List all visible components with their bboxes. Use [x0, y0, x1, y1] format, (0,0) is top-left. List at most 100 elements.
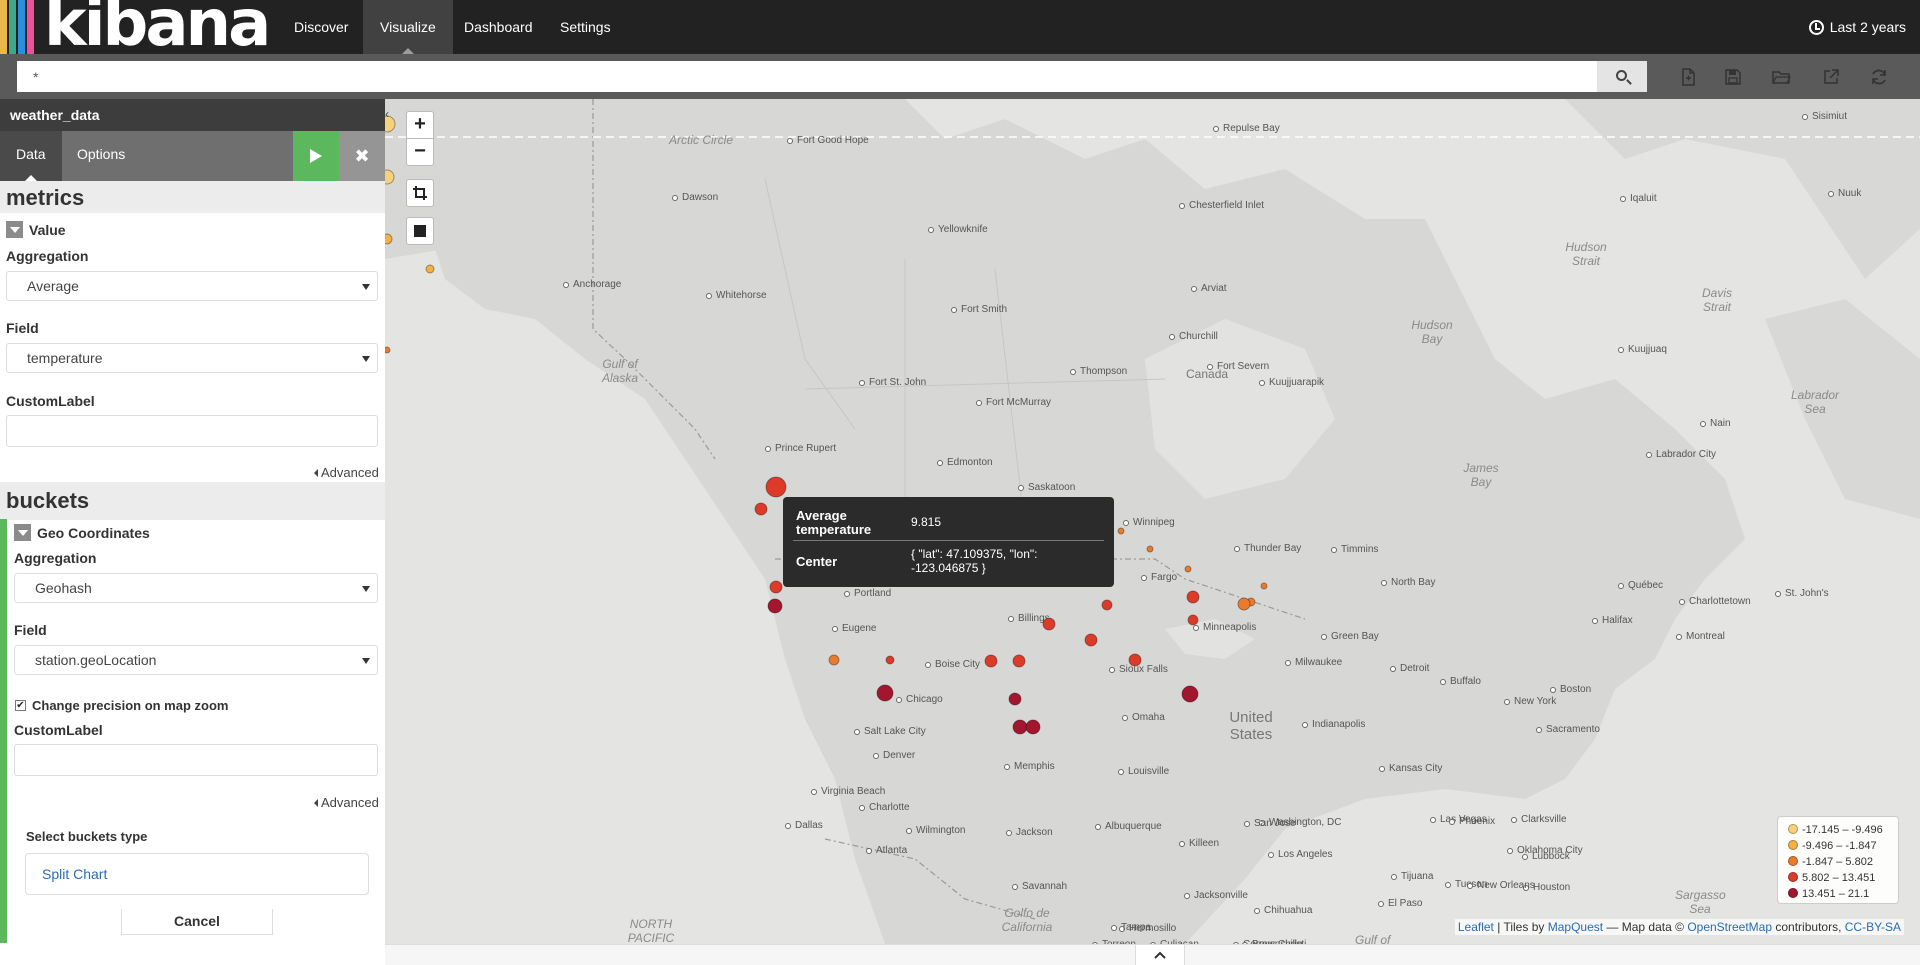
geohash-marker[interactable]: [876, 684, 894, 702]
metric-advanced-label: Advanced: [321, 465, 379, 480]
apply-changes-button[interactable]: [293, 131, 339, 181]
share-icon[interactable]: [1821, 67, 1841, 87]
geohash-marker[interactable]: [1186, 590, 1200, 604]
geohash-marker[interactable]: [984, 654, 998, 668]
legend-swatch: [1788, 824, 1798, 834]
bucket-custom-label-input[interactable]: [14, 744, 378, 776]
geohash-marker[interactable]: [1008, 692, 1022, 706]
geohash-marker[interactable]: [765, 476, 787, 498]
kibana-logo[interactable]: kibana: [0, 0, 275, 60]
tab-data[interactable]: Data: [0, 131, 62, 181]
nav-tab-visualize[interactable]: Visualize: [363, 0, 453, 54]
fit-bounds-button[interactable]: [406, 179, 434, 207]
precision-checkbox[interactable]: ✔: [15, 700, 26, 711]
metric-aggregation-label: Aggregation: [6, 248, 89, 264]
open-icon[interactable]: [1771, 67, 1791, 87]
geohash-marker[interactable]: [1042, 617, 1056, 631]
legend-range: -17.145 – -9.496: [1802, 824, 1883, 836]
legend-range: 13.451 – 21.1: [1802, 888, 1870, 900]
metric-custom-label-input[interactable]: [6, 415, 378, 447]
attribution-text: | Tiles by: [1497, 920, 1545, 934]
geohash-marker[interactable]: [385, 169, 395, 185]
logo-stripe: [27, 0, 34, 54]
geohash-marker[interactable]: [1181, 685, 1199, 703]
chevron-down-icon: [362, 356, 370, 362]
geohash-marker[interactable]: [1260, 582, 1268, 590]
geohash-marker[interactable]: [767, 598, 783, 614]
geohash-marker[interactable]: [1128, 653, 1142, 667]
metric-aggregation-select[interactable]: Average: [6, 271, 378, 301]
map-attribution: Leaflet | Tiles by MapQuest — Map data ©…: [1454, 919, 1904, 935]
tooltip-metric-value: 9.815: [911, 515, 942, 529]
metric-field-select[interactable]: temperature: [6, 343, 378, 373]
index-pattern-title: weather_data: [0, 99, 385, 131]
openstreetmap-link[interactable]: OpenStreetMap: [1687, 920, 1772, 934]
geohash-marker[interactable]: [1012, 654, 1026, 668]
bucket-aggregation-label: Aggregation: [14, 550, 97, 566]
map-legend: -17.145 – -9.496 -9.496 – -1.847 -1.847 …: [1777, 816, 1899, 904]
spy-toggle-button[interactable]: [1135, 944, 1185, 965]
buckets-heading: buckets: [6, 488, 90, 513]
geohash-marker[interactable]: [385, 233, 393, 245]
geohash-marker[interactable]: [385, 346, 391, 354]
geohash-marker[interactable]: [885, 655, 895, 665]
tile-map[interactable]: Arctic Circle Gulf of Alaska Hudson Bay …: [385, 99, 1920, 944]
tab-options[interactable]: Options: [61, 131, 141, 181]
refresh-icon[interactable]: [1869, 67, 1889, 87]
geohash-marker[interactable]: [1187, 614, 1199, 626]
select-buckets-type-label: Select buckets type: [26, 829, 148, 844]
cancel-button[interactable]: Cancel: [121, 909, 273, 935]
geohash-marker[interactable]: [1146, 545, 1154, 553]
logo-stripe: [9, 0, 16, 54]
bucket-advanced-toggle[interactable]: Advanced: [314, 795, 379, 810]
time-picker[interactable]: Last 2 years: [1808, 0, 1906, 54]
metric-agg-header[interactable]: Value: [6, 221, 66, 238]
split-chart-option[interactable]: Split Chart: [25, 853, 369, 895]
nav-tab-settings[interactable]: Settings: [543, 0, 628, 54]
geohash-marker[interactable]: [769, 580, 783, 594]
metric-advanced-toggle[interactable]: Advanced: [314, 465, 379, 480]
geohash-marker[interactable]: [1184, 565, 1192, 573]
vis-editor-sidebar: weather_data Data Options ✖ metrics Valu…: [0, 99, 385, 965]
geohash-marker[interactable]: [754, 502, 768, 516]
top-navbar: kibana Discover Visualize Dashboard Sett…: [0, 0, 1920, 60]
collapse-toggle-icon[interactable]: [14, 524, 31, 541]
leaflet-link[interactable]: Leaflet: [1458, 920, 1494, 934]
bucket-agg-header[interactable]: Geo Coordinates: [14, 524, 150, 541]
draw-rectangle-button[interactable]: [406, 217, 434, 245]
legend-item: -9.496 – -1.847: [1788, 838, 1898, 854]
geohash-marker[interactable]: [1117, 527, 1125, 535]
geohash-marker[interactable]: [1101, 599, 1113, 611]
bucket-advanced-label: Advanced: [321, 795, 379, 810]
bucket-aggregation-select[interactable]: Geohash: [14, 573, 378, 603]
legend-range: -1.847 – 5.802: [1802, 856, 1873, 868]
zoom-in-button[interactable]: +: [406, 111, 434, 139]
save-icon[interactable]: [1723, 67, 1743, 87]
precision-checkbox-label: Change precision on map zoom: [32, 698, 229, 713]
geohash-marker[interactable]: [425, 264, 435, 274]
chevron-up-icon: [1154, 951, 1166, 959]
zoom-out-button[interactable]: −: [406, 138, 434, 166]
mapquest-link[interactable]: MapQuest: [1548, 920, 1603, 934]
discard-changes-button[interactable]: ✖: [339, 131, 385, 181]
legend-item: -17.145 – -9.496: [1788, 822, 1898, 838]
collapse-toggle-icon[interactable]: [6, 221, 23, 238]
geohash-marker[interactable]: [1025, 719, 1041, 735]
geohash-marker[interactable]: [1012, 719, 1028, 735]
new-visualization-icon[interactable]: [1678, 67, 1698, 87]
search-button[interactable]: [1597, 61, 1647, 92]
nav-tab-discover[interactable]: Discover: [277, 0, 365, 54]
bucket-aggregation-value: Geohash: [35, 580, 92, 596]
nav-tab-dashboard[interactable]: Dashboard: [447, 0, 550, 54]
collapse-sidebar-button[interactable]: ‹: [385, 107, 397, 125]
metrics-heading: metrics: [6, 185, 85, 210]
logo-text: kibana: [44, 0, 271, 61]
search-input[interactable]: [17, 61, 1597, 92]
bucket-agg-title: Geo Coordinates: [37, 525, 150, 541]
bucket-field-select[interactable]: station.geoLocation: [14, 645, 378, 675]
license-link[interactable]: CC-BY-SA: [1845, 920, 1901, 934]
geohash-marker[interactable]: [1237, 597, 1251, 611]
geohash-marker[interactable]: [1084, 633, 1098, 647]
geohash-marker[interactable]: [828, 654, 840, 666]
square-icon: [414, 225, 426, 237]
